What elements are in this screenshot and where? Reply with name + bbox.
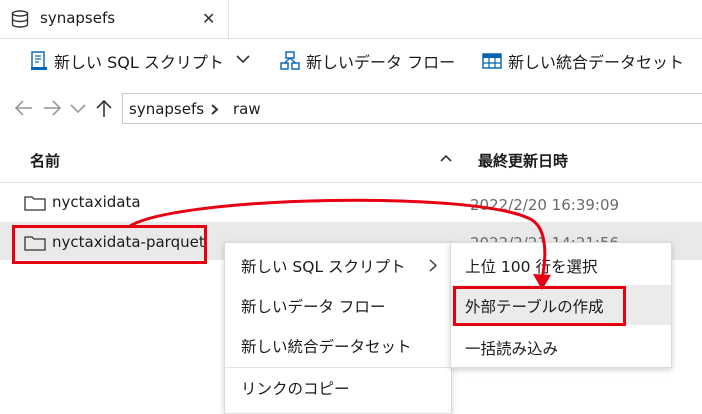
annotation-arrow [129,198,551,290]
